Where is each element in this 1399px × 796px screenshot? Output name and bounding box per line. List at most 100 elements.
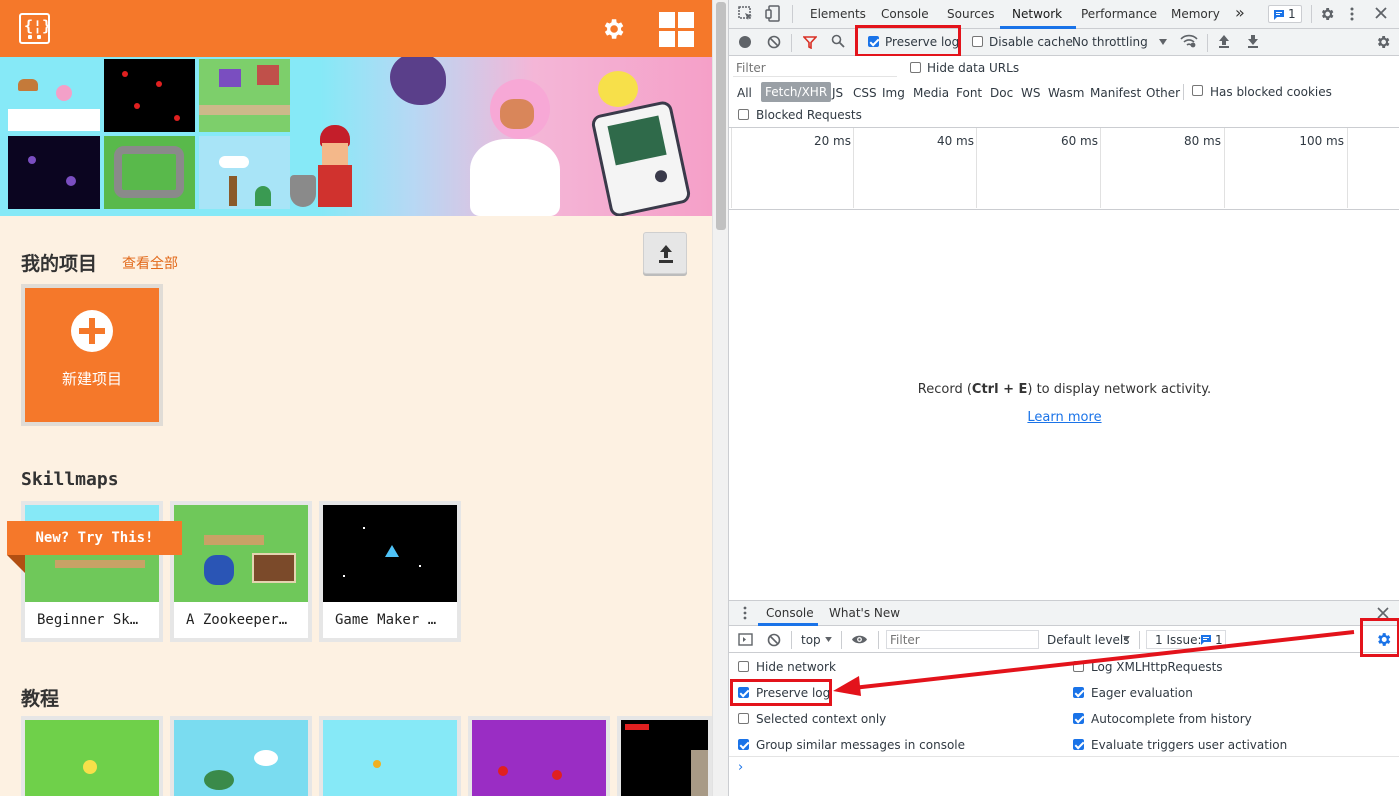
- drawer-menu-kebab-icon[interactable]: [743, 606, 747, 620]
- message-icon: [1274, 10, 1284, 20]
- hide-data-urls-checkbox[interactable]: [910, 62, 921, 73]
- hide-network-label: Hide network: [756, 660, 836, 674]
- type-filter-font[interactable]: Font: [956, 86, 982, 100]
- type-filter-wasm[interactable]: Wasm: [1048, 86, 1084, 100]
- tutorials-title: 教程: [21, 688, 60, 710]
- view-all-link[interactable]: 查看全部: [122, 253, 178, 273]
- new-project-card[interactable]: 新建项目: [21, 284, 163, 426]
- type-filter-js[interactable]: JS: [832, 86, 843, 100]
- arcade-logo[interactable]: {¦}: [19, 13, 51, 44]
- highlight-box-preserve-log: [855, 25, 961, 57]
- tab-memory[interactable]: Memory: [1171, 7, 1220, 21]
- prompt-divider: [729, 756, 1399, 757]
- clear-console-icon[interactable]: [767, 633, 781, 647]
- highlight-box-console-preserve-log: [730, 679, 832, 706]
- disable-cache-label: Disable cache: [989, 35, 1073, 49]
- devtools-panel: Elements Console Sources Network Perform…: [728, 0, 1399, 796]
- import-upload-button[interactable]: [643, 232, 687, 274]
- type-filter-ws[interactable]: WS: [1021, 86, 1040, 100]
- skillmap-card-zookeeper[interactable]: A Zookeeper…: [170, 501, 312, 642]
- close-icon[interactable]: [1374, 6, 1388, 20]
- my-projects-title: 我的项目: [21, 253, 98, 275]
- settings-gear-icon[interactable]: [1319, 6, 1335, 22]
- export-har-download-icon[interactable]: [1247, 34, 1259, 49]
- tutorial-card-5[interactable]: [617, 716, 712, 796]
- network-empty-message: Record (Ctrl + E) to display network act…: [729, 382, 1399, 397]
- kebab-menu-icon[interactable]: [1349, 6, 1355, 22]
- type-filter-manifest[interactable]: Manifest: [1090, 86, 1141, 100]
- hide-network-checkbox[interactable]: [738, 661, 749, 672]
- autocomplete-from-history-checkbox[interactable]: [1073, 713, 1084, 724]
- type-filter-img[interactable]: Img: [882, 86, 905, 100]
- skillmap-caption: Game Maker …: [323, 602, 457, 638]
- selected-context-only-checkbox[interactable]: [738, 713, 749, 724]
- tab-elements[interactable]: Elements: [810, 7, 866, 21]
- timeline-tick-label: 100 ms: [1299, 134, 1344, 148]
- type-filter-media[interactable]: Media: [913, 86, 949, 100]
- show-sidebar-icon[interactable]: [738, 633, 753, 646]
- type-filter-doc[interactable]: Doc: [990, 86, 1013, 100]
- filter-funnel-icon[interactable]: [803, 35, 817, 49]
- hero-banner: [0, 57, 712, 216]
- network-settings-gear-icon[interactable]: [1375, 34, 1391, 50]
- network-filters: Hide data URLs All Fetch/XHR JS CSS Img …: [729, 56, 1399, 128]
- skillmap-caption: A Zookeeper…: [174, 602, 308, 638]
- page-scrollbar[interactable]: [712, 0, 728, 796]
- type-filter-all[interactable]: All: [737, 86, 752, 100]
- empty-message-prefix: Record (: [917, 382, 972, 397]
- settings-gear-icon[interactable]: [600, 16, 626, 42]
- more-tabs-chevron-icon[interactable]: »: [1235, 3, 1245, 22]
- drawer-tab-whats-new[interactable]: What's New: [829, 606, 900, 620]
- network-conditions-wifi-icon[interactable]: [1180, 33, 1198, 49]
- banner-thumb-racetrack: [104, 136, 195, 209]
- banner-thumb-food: [8, 59, 100, 131]
- tab-network[interactable]: Network: [1012, 7, 1062, 21]
- evaluate-triggers-label: Evaluate triggers user activation: [1091, 738, 1288, 752]
- tutorial-card-4[interactable]: [468, 716, 610, 796]
- type-filter-fetch-xhr[interactable]: Fetch/XHR: [761, 82, 832, 102]
- has-blocked-cookies-checkbox[interactable]: [1192, 85, 1203, 96]
- blocked-requests-label: Blocked Requests: [756, 108, 862, 122]
- import-har-upload-icon[interactable]: [1218, 34, 1230, 49]
- tab-sources[interactable]: Sources: [947, 7, 994, 21]
- network-filter-input[interactable]: [733, 59, 897, 77]
- try-this-ribbon[interactable]: New? Try This!: [7, 521, 182, 555]
- banner-thumb-sky: [199, 136, 290, 209]
- device-toolbar-icon[interactable]: [765, 5, 781, 22]
- hide-data-urls-label: Hide data URLs: [927, 61, 1020, 75]
- tutorial-card-1[interactable]: [21, 716, 163, 796]
- issues-badge[interactable]: 1: [1268, 5, 1302, 23]
- network-timeline-overview[interactable]: 20 ms 40 ms 60 ms 80 ms 100 ms: [729, 128, 1399, 210]
- disable-cache-checkbox[interactable]: [972, 36, 983, 47]
- upload-icon: [659, 245, 673, 263]
- learn-more-link[interactable]: Learn more: [729, 410, 1399, 425]
- drawer-tab-console[interactable]: Console: [766, 606, 814, 620]
- evaluate-triggers-checkbox[interactable]: [1073, 739, 1084, 750]
- banner-asteroid: [390, 57, 446, 105]
- clear-icon[interactable]: [767, 35, 781, 49]
- tutorial-card-2[interactable]: [170, 716, 312, 796]
- tab-performance[interactable]: Performance: [1081, 7, 1157, 21]
- banner-hero-character: [290, 115, 370, 215]
- makecode-page: {¦} 我的项目 查看全部 新建项目 Skillmaps Beginner Sk…: [0, 0, 712, 796]
- autocomplete-from-history-label: Autocomplete from history: [1091, 712, 1252, 726]
- console-prompt-input[interactable]: ›: [738, 760, 743, 775]
- banner-gameboy: [590, 99, 692, 216]
- context-select[interactable]: top: [801, 633, 821, 647]
- skillmap-card-game-maker[interactable]: Game Maker …: [319, 501, 461, 642]
- blocked-requests-checkbox[interactable]: [738, 109, 749, 120]
- inspect-element-icon[interactable]: [738, 6, 754, 22]
- tab-console[interactable]: Console: [881, 7, 929, 21]
- chevron-down-icon[interactable]: [1159, 39, 1167, 45]
- tutorial-card-3[interactable]: [319, 716, 461, 796]
- timeline-tick-label: 80 ms: [1183, 134, 1221, 148]
- group-similar-checkbox[interactable]: [738, 739, 749, 750]
- windows-grid-icon[interactable]: [659, 12, 694, 47]
- record-icon[interactable]: [739, 36, 751, 48]
- type-filter-css[interactable]: CSS: [853, 86, 877, 100]
- banner-girl-character: [460, 79, 570, 216]
- search-icon[interactable]: [831, 34, 845, 48]
- timeline-tick-label: 60 ms: [1060, 134, 1098, 148]
- type-filter-other[interactable]: Other: [1146, 86, 1180, 100]
- throttling-select[interactable]: No throttling: [1072, 35, 1148, 49]
